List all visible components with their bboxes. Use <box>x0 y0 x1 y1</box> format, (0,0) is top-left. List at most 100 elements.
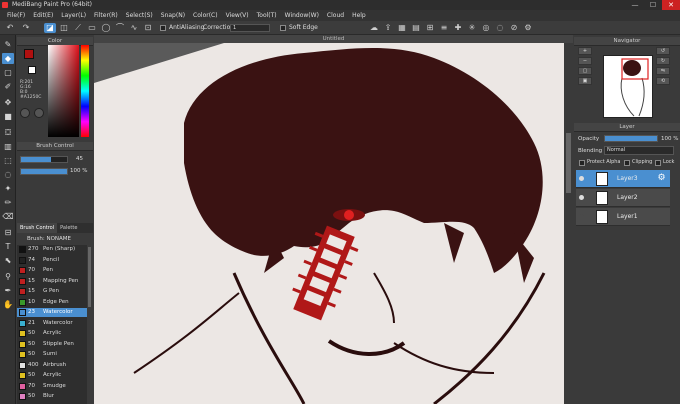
line-mode-icon[interactable]: ⟋ <box>72 23 84 33</box>
lock-checkbox[interactable] <box>655 160 661 166</box>
brush-list-item[interactable]: 15 G Pen <box>17 287 87 296</box>
color-circle-icon[interactable] <box>20 108 30 118</box>
saturation-value-picker[interactable] <box>48 45 79 137</box>
menu-layer[interactable]: Layer(L) <box>57 12 90 19</box>
undo-icon[interactable]: ↶ <box>4 23 16 33</box>
snap-icon[interactable]: ⊞ <box>424 23 436 33</box>
close-button[interactable]: ✕ <box>662 0 680 10</box>
brush-list-scroll-thumb[interactable] <box>88 247 91 307</box>
brush-list-item[interactable]: 74 Pencil <box>17 256 87 265</box>
brush-list-item[interactable]: 23 Watercolor <box>17 308 87 317</box>
brush-list-item[interactable]: 50 Blur <box>17 392 87 401</box>
brush-list-item[interactable]: 400 Airbrush <box>17 361 87 370</box>
tab-palette[interactable]: Palette <box>57 223 80 233</box>
cloud-upload-icon[interactable]: ⇪ <box>382 23 394 33</box>
select-pen-tool-icon[interactable]: ✏ <box>2 197 14 208</box>
clipping-checkbox[interactable] <box>624 160 630 166</box>
select-lasso-tool-icon[interactable]: ◌ <box>2 169 14 180</box>
snap-radial-icon[interactable]: ✳ <box>466 23 478 33</box>
grid-icon[interactable]: ▦ <box>396 23 408 33</box>
flip-icon[interactable]: ⇋ <box>656 67 670 75</box>
hand-tool-icon[interactable]: ✋ <box>2 299 14 310</box>
text-tool-icon[interactable]: T <box>2 241 14 252</box>
brush-size-slider[interactable] <box>20 156 68 163</box>
snap-parallel-icon[interactable]: ≡ <box>438 23 450 33</box>
rotate-right-icon[interactable]: ↻ <box>656 57 670 65</box>
menu-view[interactable]: View(V) <box>222 12 253 19</box>
brush-list-item[interactable]: 15 Mapping Pen <box>17 277 87 286</box>
layer-row-layer3[interactable]: Layer3 ⚙ <box>576 170 670 188</box>
snap-settings-icon[interactable]: ⚙ <box>522 23 534 33</box>
primary-color-swatch[interactable] <box>24 49 34 59</box>
brush-tool-icon[interactable]: ✎ <box>2 39 14 50</box>
maximize-button[interactable]: ☐ <box>644 0 662 10</box>
move-tool-icon[interactable]: ✥ <box>2 97 14 108</box>
color-wheel-icon[interactable] <box>34 108 44 118</box>
brush-list-item[interactable]: 70 Smudge <box>17 382 87 391</box>
pen-tool-icon[interactable]: ✐ <box>2 81 14 92</box>
magic-wand-tool-icon[interactable]: ✦ <box>2 183 14 194</box>
select-eraser-tool-icon[interactable]: ⌫ <box>2 211 14 222</box>
minimize-button[interactable]: — <box>626 0 644 10</box>
blending-select[interactable]: Normal <box>604 146 674 155</box>
menu-help[interactable]: Help <box>348 12 370 19</box>
eraser-mode-icon[interactable]: ◫ <box>58 23 70 33</box>
layer-opacity-slider[interactable] <box>604 135 658 142</box>
hue-slider[interactable] <box>81 45 89 137</box>
curve-mode-icon[interactable]: ∿ <box>128 23 140 33</box>
polyline-mode-icon[interactable]: ⌒ <box>114 23 126 33</box>
operation-tool-icon[interactable]: ⬉ <box>2 255 14 266</box>
menu-window[interactable]: Window(W) <box>281 12 323 19</box>
snap-off-icon[interactable]: ⊘ <box>508 23 520 33</box>
eraser-tool-icon[interactable]: ◆ <box>2 53 14 64</box>
select-rect-tool-icon[interactable]: ⬚ <box>2 155 14 166</box>
ellipse-mode-icon[interactable]: ◯ <box>100 23 112 33</box>
dropper-tool-icon[interactable]: ⚲ <box>2 271 14 282</box>
menu-select[interactable]: Select(S) <box>122 12 157 19</box>
menu-file[interactable]: File(F) <box>3 12 29 19</box>
gradient-tool-icon[interactable]: ▥ <box>2 141 14 152</box>
grid-alt-icon[interactable]: ▤ <box>410 23 422 33</box>
dropper-alt-tool-icon[interactable]: ✒ <box>2 285 14 296</box>
redo-icon[interactable]: ↷ <box>20 23 32 33</box>
dot-tool-icon[interactable]: ▢ <box>2 67 14 78</box>
brush-opacity-slider[interactable] <box>20 168 68 175</box>
antialias-checkbox[interactable] <box>160 25 166 31</box>
tab-brush-control[interactable]: Brush Control <box>17 223 58 233</box>
actual-size-icon[interactable]: ▣ <box>578 77 592 85</box>
soft-edge-checkbox[interactable] <box>280 25 286 31</box>
visibility-eye-icon[interactable] <box>579 214 584 219</box>
menu-tool[interactable]: Tool(T) <box>253 12 281 19</box>
snap-curve-icon[interactable]: ◌ <box>494 23 506 33</box>
canvas-artwork[interactable] <box>94 43 564 404</box>
brush-list-item[interactable]: 50 Stipple Pen <box>17 340 87 349</box>
zoom-in-icon[interactable]: + <box>578 47 592 55</box>
protect-alpha-checkbox[interactable] <box>579 160 585 166</box>
brush-list-item[interactable]: 70 Pen <box>17 266 87 275</box>
navigator-thumbnail[interactable] <box>603 55 653 118</box>
document-tab[interactable]: Untitled <box>94 35 573 43</box>
secondary-color-swatch[interactable] <box>28 66 36 74</box>
brush-list-item[interactable]: 50 Acrylic <box>17 371 87 380</box>
brush-list-item[interactable]: 50 Acrylic <box>17 329 87 338</box>
brush-list-scrollbar[interactable] <box>87 245 92 404</box>
rotate-left-icon[interactable]: ↺ <box>656 47 670 55</box>
menu-snap[interactable]: Snap(N) <box>157 12 189 19</box>
menu-color[interactable]: Color(C) <box>189 12 222 19</box>
visibility-eye-icon[interactable] <box>579 195 584 200</box>
fill-rect-tool-icon[interactable]: ■ <box>2 111 14 122</box>
reset-view-icon[interactable]: ⟲ <box>656 77 670 85</box>
brush-list-item[interactable]: 50 Sumi <box>17 350 87 359</box>
brush-list-item[interactable]: 270 Pen (Sharp) <box>17 245 87 254</box>
menu-cloud[interactable]: Cloud <box>323 12 348 19</box>
correction-select[interactable]: 1 <box>230 24 270 32</box>
canvas-scroll-thumb[interactable] <box>566 133 571 193</box>
zoom-out-icon[interactable]: − <box>578 57 592 65</box>
rect-mode-icon[interactable]: ▭ <box>86 23 98 33</box>
divide-tool-icon[interactable]: ⊟ <box>2 227 14 238</box>
brush-mode-icon[interactable]: ◪ <box>44 23 56 33</box>
layer-row-layer1[interactable]: Layer1 <box>576 208 670 226</box>
brush-list-item[interactable]: 10 Edge Pen <box>17 298 87 307</box>
cloud-icon[interactable]: ☁ <box>368 23 380 33</box>
gear-icon[interactable]: ⚙ <box>656 173 667 184</box>
